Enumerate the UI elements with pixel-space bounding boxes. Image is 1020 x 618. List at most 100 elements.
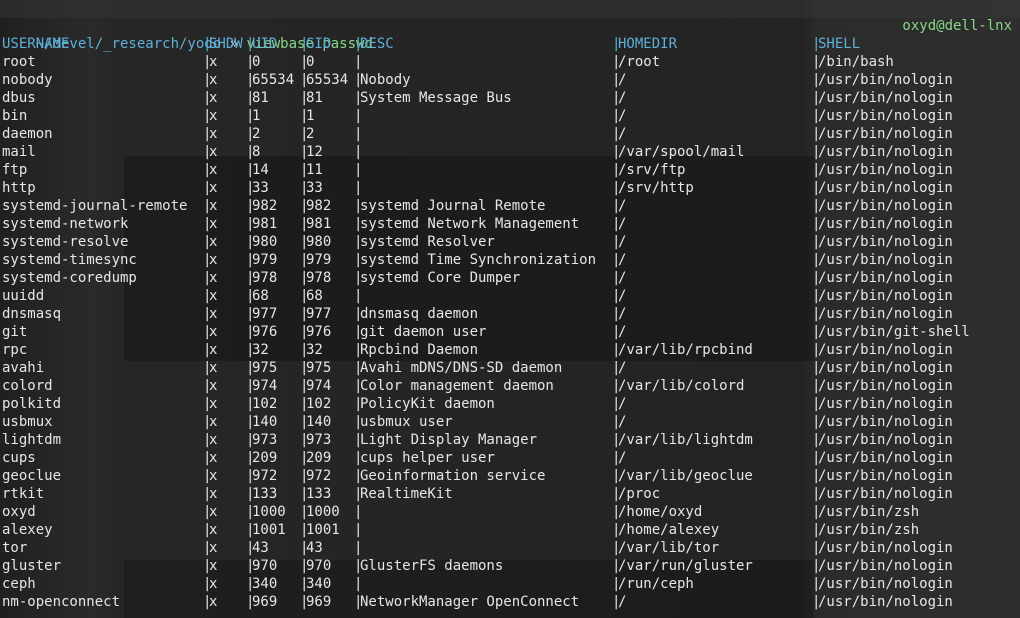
cell-username: tor bbox=[2, 540, 28, 556]
cell-homedir: /var/spool/mail bbox=[618, 144, 745, 160]
cell-gid: 981 bbox=[306, 216, 332, 232]
cell-uid: 981 bbox=[252, 216, 278, 232]
cell-gid: 209 bbox=[306, 450, 332, 466]
cell-username: colord bbox=[2, 378, 53, 394]
cell-gid: 969 bbox=[306, 594, 332, 610]
cell-uid: 65534 bbox=[252, 72, 295, 88]
cell-shadow: x bbox=[209, 72, 218, 88]
cell-gid: 979 bbox=[306, 252, 332, 268]
cell-username: geoclue bbox=[2, 468, 62, 484]
cell-username: daemon bbox=[2, 126, 53, 142]
cell-shadow: x bbox=[209, 468, 218, 484]
cell-shadow: x bbox=[209, 234, 218, 250]
cell-username: lightdm bbox=[2, 432, 62, 448]
cell-homedir: / bbox=[618, 234, 627, 250]
cell-homedir: /srv/ftp bbox=[618, 162, 686, 178]
cell-uid: 81 bbox=[252, 90, 269, 106]
cell-username: polkitd bbox=[2, 396, 62, 412]
cell-shadow: x bbox=[209, 594, 218, 610]
cell-uid: 970 bbox=[252, 558, 278, 574]
cell-shell: /usr/bin/nologin bbox=[818, 252, 953, 268]
cell-shadow: x bbox=[209, 90, 218, 106]
cell-gid: 975 bbox=[306, 360, 332, 376]
header-gid: GID bbox=[306, 36, 332, 52]
column-separator: | bbox=[354, 576, 363, 592]
cell-desc: systemd Resolver bbox=[360, 234, 495, 250]
cell-desc: systemd Time Synchronization bbox=[360, 252, 597, 268]
cell-username: rtkit bbox=[2, 486, 45, 502]
cell-shadow: x bbox=[209, 576, 218, 592]
cell-shell: /usr/bin/nologin bbox=[818, 486, 953, 502]
cell-shell: /usr/bin/zsh bbox=[818, 522, 920, 538]
cell-uid: 133 bbox=[252, 486, 278, 502]
cell-uid: 68 bbox=[252, 288, 269, 304]
cell-desc: git daemon user bbox=[360, 324, 487, 340]
cell-gid: 976 bbox=[306, 324, 332, 340]
cell-shell: /usr/bin/nologin bbox=[818, 432, 953, 448]
cell-gid: 980 bbox=[306, 234, 332, 250]
cell-shell: /usr/bin/nologin bbox=[818, 144, 953, 160]
cell-shell: /usr/bin/nologin bbox=[818, 576, 953, 592]
cell-uid: 8 bbox=[252, 144, 261, 160]
cell-homedir: / bbox=[618, 216, 627, 232]
cell-homedir: / bbox=[618, 126, 627, 142]
terminal-window[interactable]: ~/devel/_research/yodo » viewbase passwd… bbox=[0, 0, 1020, 618]
cell-gid: 974 bbox=[306, 378, 332, 394]
cell-shadow: x bbox=[209, 252, 218, 268]
cell-desc: Nobody bbox=[360, 72, 411, 88]
cell-shell: /usr/bin/nologin bbox=[818, 288, 953, 304]
cell-username: gluster bbox=[2, 558, 62, 574]
cell-username: dnsmasq bbox=[2, 306, 62, 322]
cell-shadow: x bbox=[209, 216, 218, 232]
cell-shadow: x bbox=[209, 378, 218, 394]
cell-shell: /usr/bin/nologin bbox=[818, 180, 953, 196]
cell-uid: 969 bbox=[252, 594, 278, 610]
cell-homedir: / bbox=[618, 414, 627, 430]
cell-shell: /usr/bin/git-shell bbox=[818, 324, 970, 340]
cell-gid: 12 bbox=[306, 144, 323, 160]
header-homedir: HOMEDIR bbox=[618, 36, 678, 52]
cell-shadow: x bbox=[209, 450, 218, 466]
cell-homedir: / bbox=[618, 360, 627, 376]
cell-uid: 102 bbox=[252, 396, 278, 412]
cell-shell: /usr/bin/nologin bbox=[818, 396, 953, 412]
cell-shell: /usr/bin/nologin bbox=[818, 270, 953, 286]
cell-homedir: /srv/http bbox=[618, 180, 694, 196]
cell-desc: Light Display Manager bbox=[360, 432, 538, 448]
cell-shell: /usr/bin/zsh bbox=[818, 504, 920, 520]
cell-shadow: x bbox=[209, 432, 218, 448]
cell-uid: 973 bbox=[252, 432, 278, 448]
header-shadow: SHDW bbox=[209, 36, 243, 52]
cell-gid: 65534 bbox=[306, 72, 349, 88]
column-separator: | bbox=[354, 144, 363, 160]
cell-gid: 972 bbox=[306, 468, 332, 484]
cell-shadow: x bbox=[209, 144, 218, 160]
column-separator: | bbox=[354, 162, 363, 178]
cell-uid: 978 bbox=[252, 270, 278, 286]
cell-desc: cups helper user bbox=[360, 450, 495, 466]
cell-shell: /bin/bash bbox=[818, 54, 894, 70]
column-separator: | bbox=[354, 504, 363, 520]
cell-gid: 43 bbox=[306, 540, 323, 556]
cell-gid: 1 bbox=[306, 108, 315, 124]
cell-shadow: x bbox=[209, 162, 218, 178]
cell-username: cups bbox=[2, 450, 36, 466]
cell-homedir: /var/lib/rpcbind bbox=[618, 342, 753, 358]
cell-shadow: x bbox=[209, 504, 218, 520]
cell-homedir: / bbox=[618, 324, 627, 340]
cell-username: dbus bbox=[2, 90, 36, 106]
cell-uid: 982 bbox=[252, 198, 278, 214]
cell-shadow: x bbox=[209, 414, 218, 430]
cell-shell: /usr/bin/nologin bbox=[818, 360, 953, 376]
cell-shadow: x bbox=[209, 306, 218, 322]
cell-gid: 33 bbox=[306, 180, 323, 196]
cell-username: systemd-network bbox=[2, 216, 129, 232]
cell-gid: 133 bbox=[306, 486, 332, 502]
cell-username: root bbox=[2, 54, 36, 70]
cell-username: bin bbox=[2, 108, 28, 124]
cell-username: uuidd bbox=[2, 288, 45, 304]
cell-homedir: /var/run/gluster bbox=[618, 558, 753, 574]
cell-uid: 979 bbox=[252, 252, 278, 268]
cell-homedir: / bbox=[618, 72, 627, 88]
cell-homedir: / bbox=[618, 396, 627, 412]
